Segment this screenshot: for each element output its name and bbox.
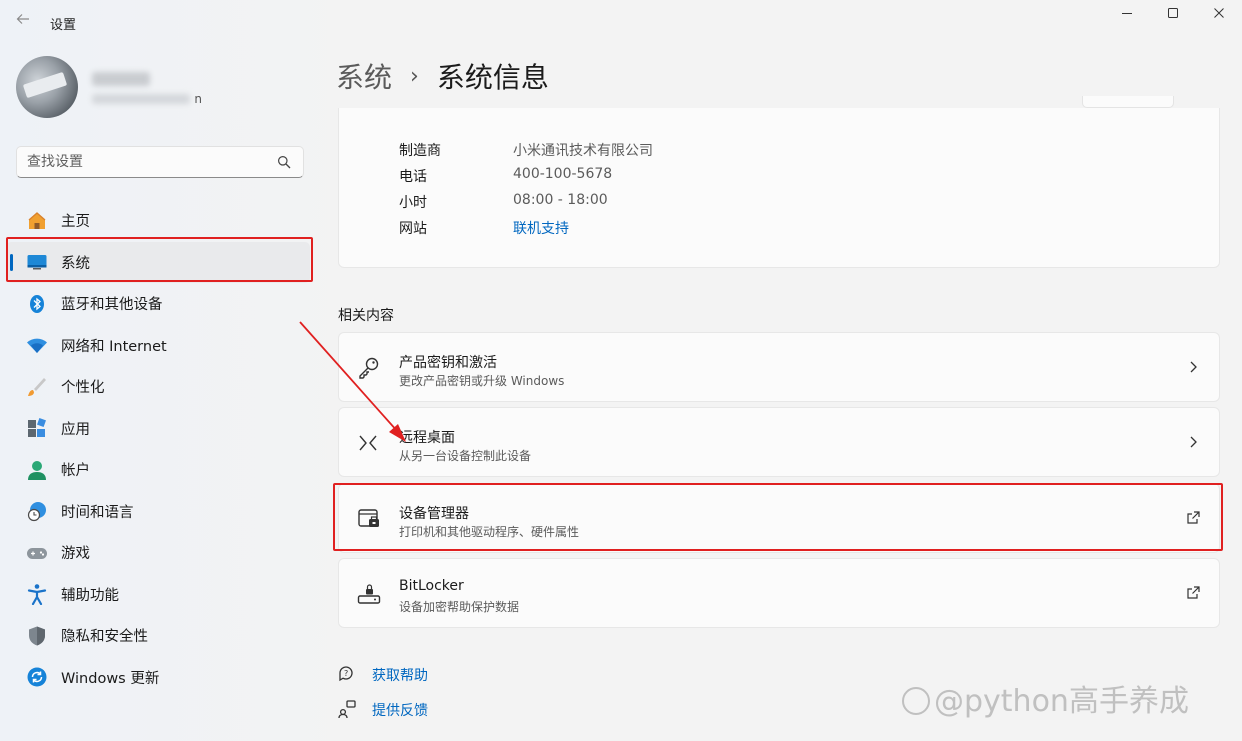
related-item-title: BitLocker bbox=[399, 578, 464, 594]
sidebar-item-accessibility[interactable]: 辅助功能 bbox=[6, 574, 310, 616]
maximize-icon bbox=[1168, 8, 1178, 18]
support-key: 制造商 bbox=[399, 143, 441, 159]
chevron-right-icon bbox=[1190, 361, 1197, 373]
system-display-icon bbox=[26, 251, 48, 273]
related-item-subtitle: 更改产品密钥或升级 Windows bbox=[399, 374, 565, 388]
sidebar-item-system[interactable]: 系统 bbox=[6, 241, 310, 283]
feedback-link-label: 提供反馈 bbox=[372, 703, 428, 719]
sidebar-item-label: 帐户 bbox=[61, 463, 90, 480]
maximize-button[interactable] bbox=[1150, 2, 1196, 28]
paintbrush-icon bbox=[26, 376, 48, 398]
globe-clock-icon bbox=[26, 500, 48, 522]
minimize-icon bbox=[1122, 13, 1132, 14]
settings-window: 设置 n 主页 系统 bbox=[0, 0, 1242, 741]
accessibility-icon bbox=[26, 583, 48, 606]
sidebar-item-label: 应用 bbox=[61, 421, 90, 438]
app-title: 设置 bbox=[50, 18, 77, 33]
breadcrumb-parent[interactable]: 系统 bbox=[336, 56, 392, 96]
related-item-product-key[interactable]: 产品密钥和激活 更改产品密钥或升级 Windows bbox=[338, 332, 1220, 402]
related-item-title: 设备管理器 bbox=[399, 506, 469, 522]
help-chat-icon: ? bbox=[339, 666, 353, 682]
sidebar-item-personalization[interactable]: 个性化 bbox=[6, 366, 310, 408]
sidebar-item-windows-update[interactable]: Windows 更新 bbox=[6, 657, 310, 699]
sidebar-item-label: 时间和语言 bbox=[61, 504, 134, 521]
breadcrumb-separator: › bbox=[410, 63, 419, 89]
update-icon bbox=[26, 666, 48, 688]
related-item-bitlocker[interactable]: BitLocker 设备加密帮助保护数据 bbox=[338, 558, 1220, 628]
wifi-icon bbox=[26, 334, 48, 356]
external-link-icon bbox=[1187, 511, 1200, 524]
related-item-subtitle: 设备加密帮助保护数据 bbox=[399, 600, 520, 614]
related-item-subtitle: 从另一台设备控制此设备 bbox=[399, 449, 532, 463]
home-icon bbox=[26, 210, 48, 232]
gamepad-icon bbox=[26, 542, 48, 564]
sidebar-item-label: 网络和 Internet bbox=[61, 338, 167, 355]
support-value: 小米通讯技术有限公司 bbox=[513, 143, 653, 159]
sidebar-item-home[interactable]: 主页 bbox=[6, 200, 310, 242]
lock-drive-icon bbox=[357, 584, 381, 604]
external-link-icon bbox=[1187, 586, 1200, 599]
minimize-button[interactable] bbox=[1104, 2, 1150, 28]
related-item-device-manager[interactable]: 设备管理器 打印机和其他驱动程序、硬件属性 bbox=[338, 483, 1220, 553]
shield-icon bbox=[26, 625, 48, 647]
sidebar-item-accounts[interactable]: 帐户 bbox=[6, 449, 310, 491]
avatar[interactable] bbox=[16, 56, 78, 118]
back-arrow-icon bbox=[16, 14, 29, 24]
breadcrumb: 系统 › 系统信息 bbox=[336, 56, 549, 96]
account-icon bbox=[26, 459, 48, 481]
support-key: 网站 bbox=[399, 221, 427, 237]
watermark-logo-icon bbox=[902, 687, 930, 715]
search-input[interactable] bbox=[27, 147, 267, 177]
online-support-link[interactable]: 联机支持 bbox=[513, 218, 569, 238]
sidebar-item-label: 系统 bbox=[61, 255, 90, 272]
related-item-title: 远程桌面 bbox=[399, 430, 455, 446]
feedback-icon bbox=[338, 700, 356, 718]
chevron-right-icon bbox=[1190, 436, 1197, 448]
page-title: 系统信息 bbox=[436, 61, 549, 94]
remote-desktop-icon bbox=[359, 435, 377, 451]
search-box[interactable] bbox=[16, 146, 304, 178]
sidebar-item-label: 游戏 bbox=[61, 546, 90, 563]
back-button[interactable] bbox=[12, 10, 34, 32]
sidebar-item-network[interactable]: 网络和 Internet bbox=[6, 325, 310, 367]
help-link-label: 获取帮助 bbox=[372, 668, 428, 684]
support-info-card: 制造商 小米通讯技术有限公司 电话 400-100-5678 小时 08:00 … bbox=[338, 108, 1220, 268]
related-content-title: 相关内容 bbox=[338, 308, 394, 324]
user-email-blurred: n bbox=[92, 92, 202, 106]
sidebar-item-label: 个性化 bbox=[61, 380, 105, 397]
related-item-title: 产品密钥和激活 bbox=[399, 355, 497, 371]
sidebar-item-gaming[interactable]: 游戏 bbox=[6, 532, 310, 574]
watermark: @python高手养成 bbox=[902, 676, 1189, 720]
sidebar-item-bluetooth[interactable]: 蓝牙和其他设备 bbox=[6, 283, 310, 325]
sidebar-item-label: 辅助功能 bbox=[61, 587, 119, 604]
sidebar-item-label: 主页 bbox=[61, 214, 90, 231]
close-button[interactable] bbox=[1196, 2, 1242, 28]
key-icon bbox=[359, 357, 379, 379]
user-name-blurred bbox=[92, 72, 150, 86]
bluetooth-icon bbox=[26, 293, 48, 315]
support-key: 小时 bbox=[399, 195, 427, 211]
sidebar-item-apps[interactable]: 应用 bbox=[6, 408, 310, 450]
related-item-remote-desktop[interactable]: 远程桌面 从另一台设备控制此设备 bbox=[338, 407, 1220, 477]
sidebar-nav: 主页 系统 蓝牙和其他设备 网络和 Internet 个性化 应用 帐户 时间和… bbox=[6, 200, 310, 698]
support-value: 08:00 - 18:00 bbox=[513, 192, 608, 208]
watermark-text: @python高手养成 bbox=[934, 684, 1189, 719]
title-bar: 设置 bbox=[0, 0, 1242, 44]
sidebar-item-label: 蓝牙和其他设备 bbox=[61, 297, 163, 314]
sidebar-item-label: 隐私和安全性 bbox=[61, 629, 148, 646]
sidebar-item-privacy-security[interactable]: 隐私和安全性 bbox=[6, 615, 310, 657]
support-key: 电话 bbox=[399, 169, 427, 185]
close-icon bbox=[1214, 8, 1224, 18]
cut-off-button[interactable] bbox=[1082, 96, 1174, 108]
device-manager-icon bbox=[358, 509, 379, 527]
related-item-subtitle: 打印机和其他驱动程序、硬件属性 bbox=[399, 525, 580, 539]
sidebar-item-label: Windows 更新 bbox=[61, 670, 160, 687]
svg-text:?: ? bbox=[344, 669, 348, 678]
support-value: 400-100-5678 bbox=[513, 166, 613, 182]
sidebar-item-time-language[interactable]: 时间和语言 bbox=[6, 491, 310, 533]
search-icon bbox=[278, 156, 291, 169]
apps-icon bbox=[26, 417, 48, 439]
